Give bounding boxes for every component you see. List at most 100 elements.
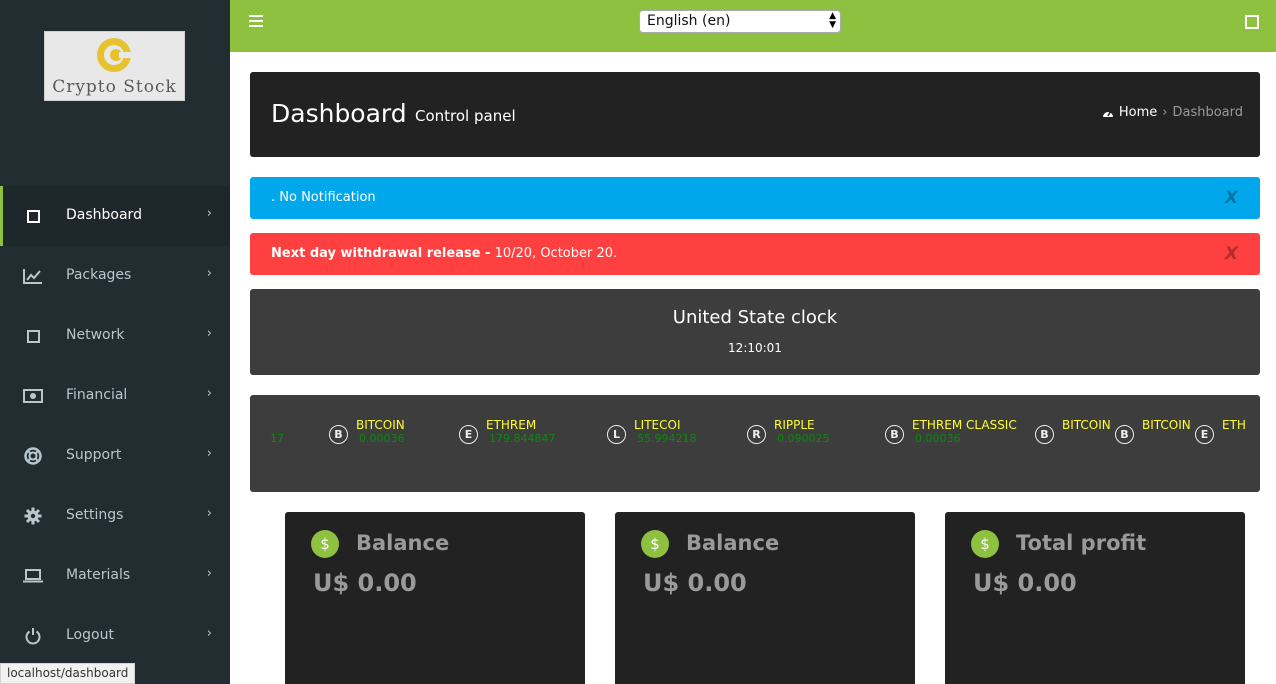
- logo-text: Crypto Stock: [52, 77, 177, 97]
- main-content: Dashboard Control panel Home › Dashboard…: [230, 52, 1276, 684]
- language-select[interactable]: English (en) ▲ ▼: [639, 10, 841, 33]
- topbar: English (en) ▲ ▼: [230, 0, 1276, 52]
- sidebar-item-support[interactable]: Support ›: [0, 426, 230, 486]
- sidebar-menu: Dashboard › Packages › Network › Financi…: [0, 186, 230, 666]
- dollar-icon: $: [311, 530, 339, 558]
- status-bar-url: localhost/dashboard: [0, 663, 136, 684]
- sidebar-item-label: Logout: [66, 627, 114, 643]
- withdrawal-text: Next day withdrawal release - 10/20, Oct…: [271, 246, 617, 261]
- square-icon: [22, 205, 44, 227]
- balance-card: $ Balance U$ 0.00: [285, 512, 585, 684]
- sidebar-item-materials[interactable]: Materials ›: [0, 546, 230, 606]
- card-value: U$ 0.00: [973, 569, 1077, 597]
- sidebar-item-financial[interactable]: Financial ›: [0, 366, 230, 426]
- chevron-right-icon: ›: [206, 206, 212, 221]
- crypto-stock-logo[interactable]: Crypto Stock: [44, 31, 185, 101]
- card-value: U$ 0.00: [313, 569, 417, 597]
- coin-name: BITCOIN: [1062, 418, 1111, 432]
- sidebar-item-logout[interactable]: Logout ›: [0, 606, 230, 666]
- coin-name: RIPPLE: [774, 418, 815, 432]
- breadcrumb-home-label: Home: [1118, 105, 1158, 120]
- us-clock: United State clock 12:10:01: [250, 289, 1260, 375]
- withdrawal-text-bold: Next day withdrawal release -: [271, 246, 491, 261]
- chevron-right-icon: ›: [206, 386, 212, 401]
- page-subtitle: Control panel: [415, 107, 516, 125]
- dollar-icon: $: [641, 530, 669, 558]
- laptop-icon: [22, 565, 44, 587]
- page-title: Dashboard: [271, 99, 407, 128]
- sidebar-item-packages[interactable]: Packages ›: [0, 246, 230, 306]
- sidebar-item-label: Dashboard: [66, 207, 142, 223]
- chevron-right-icon: ›: [206, 566, 212, 581]
- chevron-right-icon: ›: [206, 626, 212, 641]
- sidebar-item-label: Financial: [66, 387, 128, 403]
- select-arrows-icon: ▲ ▼: [829, 11, 836, 30]
- hamburger-menu-icon[interactable]: [249, 15, 263, 29]
- page-header: Dashboard Control panel Home › Dashboard: [250, 72, 1260, 157]
- card-title: Balance: [356, 531, 450, 555]
- ethereum-icon: E: [1195, 425, 1214, 444]
- logo-mark-icon: [97, 38, 133, 72]
- breadcrumb-separator: ›: [1162, 105, 1168, 120]
- ripple-icon: R: [747, 425, 766, 444]
- coin-name: BITCOIN: [1142, 418, 1191, 432]
- sidebar: Crypto Stock Dashboard › Packages › Netw…: [0, 0, 230, 684]
- coin-name: LITECOI: [634, 418, 681, 432]
- breadcrumb-home-link[interactable]: Home: [1102, 105, 1157, 120]
- fullscreen-toggle-icon[interactable]: [1245, 15, 1259, 29]
- clock-title: United State clock: [672, 307, 838, 328]
- sidebar-item-dashboard[interactable]: Dashboard ›: [0, 186, 230, 246]
- balance-card: $ Balance U$ 0.00: [615, 512, 915, 684]
- gear-icon: [22, 505, 44, 527]
- card-value: U$ 0.00: [643, 569, 747, 597]
- chart-line-icon: [22, 265, 44, 287]
- square-icon: [22, 325, 44, 347]
- money-icon: [22, 385, 44, 407]
- dollar-icon: $: [971, 530, 999, 558]
- chevron-right-icon: ›: [206, 326, 212, 341]
- sidebar-item-label: Support: [66, 447, 122, 463]
- coin-name: ETHREM CLASSIC: [912, 418, 1017, 432]
- coin-name: BITCOIN: [356, 418, 405, 432]
- notification-alert: . No Notification X: [250, 177, 1260, 219]
- withdrawal-text-date: 10/20, October 20.: [490, 246, 618, 261]
- sidebar-item-network[interactable]: Network ›: [0, 306, 230, 366]
- coin-price: 0.090025: [777, 432, 830, 445]
- sidebar-item-settings[interactable]: Settings ›: [0, 486, 230, 546]
- notification-text: . No Notification: [271, 190, 376, 205]
- language-select-value: English (en): [647, 13, 731, 29]
- sidebar-item-label: Materials: [66, 567, 131, 583]
- coin-price: 179.844847: [489, 432, 556, 445]
- coin-price: 0.00036: [915, 432, 961, 445]
- chevron-right-icon: ›: [206, 506, 212, 521]
- bitcoin-icon: B: [329, 425, 348, 444]
- close-alert-button[interactable]: X: [1225, 244, 1238, 264]
- chevron-right-icon: ›: [206, 446, 212, 461]
- bitcoin-icon: B: [1035, 425, 1054, 444]
- coin-price: 0.00036: [359, 432, 405, 445]
- bitcoin-icon: B: [885, 425, 904, 444]
- ethereum-icon: E: [459, 425, 478, 444]
- breadcrumb-current: Dashboard: [1172, 105, 1243, 120]
- litecoin-icon: L: [607, 425, 626, 444]
- clock-time: 12:10:01: [728, 341, 782, 355]
- coin-name: ETHREM: [486, 418, 537, 432]
- ticker-partial-value: 17: [270, 432, 284, 445]
- bitcoin-icon: B: [1115, 425, 1134, 444]
- breadcrumb: Home › Dashboard: [1102, 105, 1243, 120]
- sidebar-item-label: Network: [66, 327, 125, 343]
- card-title: Balance: [686, 531, 780, 555]
- crypto-ticker: 17 B BITCOIN 0.00036 E ETHREM 179.844847…: [250, 395, 1260, 492]
- close-alert-button[interactable]: X: [1225, 188, 1238, 208]
- total-profit-card: $ Total profit U$ 0.00: [945, 512, 1245, 684]
- lifering-icon: [22, 445, 44, 467]
- coin-name: ETH: [1222, 418, 1246, 432]
- dashboard-gauge-icon: [1102, 110, 1113, 117]
- sidebar-item-label: Settings: [66, 507, 124, 523]
- chevron-right-icon: ›: [206, 266, 212, 281]
- card-title: Total profit: [1016, 531, 1147, 555]
- coin-price: 55.994218: [637, 432, 697, 445]
- withdrawal-alert: Next day withdrawal release - 10/20, Oct…: [250, 233, 1260, 275]
- power-icon: [22, 625, 44, 647]
- sidebar-item-label: Packages: [66, 267, 132, 283]
